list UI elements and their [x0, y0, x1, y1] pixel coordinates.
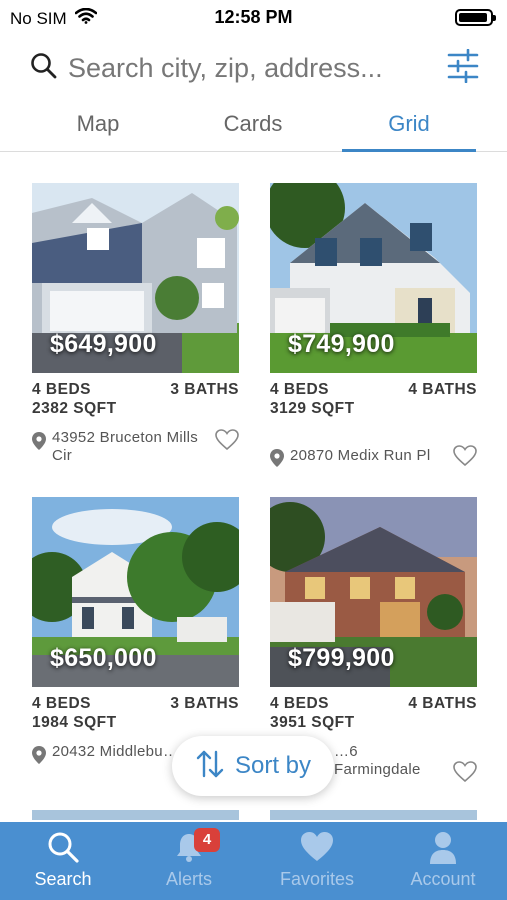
listing-price: $650,000 — [50, 644, 157, 672]
tabbar-account[interactable]: Account — [380, 822, 506, 900]
tabbar-search[interactable]: Search — [0, 822, 126, 900]
listing-beds: 4 BEDS — [270, 695, 329, 712]
listing-card[interactable]: $749,900 4 BEDS 4 BATHS 3129 SQFT 20870 … — [270, 183, 477, 469]
listing-baths: 3 BATHS — [170, 381, 239, 398]
tabbar-favorites-label: Favorites — [279, 869, 355, 889]
search-icon — [0, 830, 126, 866]
listing-address: …6 Farmingdale — [334, 743, 421, 778]
alerts-count-badge: 4 — [194, 828, 220, 852]
listing-card[interactable]: $649,900 4 BEDS 3 BATHS 2382 SQFT 43952 … — [32, 183, 239, 469]
listing-specs: 4 BEDS 3 BATHS 1984 SQFT — [32, 695, 239, 735]
search-icon — [30, 52, 58, 85]
listing-photo-partial[interactable] — [32, 810, 239, 820]
listing-beds: 4 BEDS — [32, 381, 91, 398]
listing-sqft: 2382 SQFT — [32, 400, 117, 417]
listing-photo: $799,900 — [270, 497, 477, 687]
listing-sqft: 3129 SQFT — [270, 400, 355, 417]
listing-specs: 4 BEDS 4 BATHS 3129 SQFT — [270, 381, 477, 421]
listing-address: 43952 Bruceton Mills Cir — [52, 429, 199, 464]
listing-specs: 4 BEDS 3 BATHS 2382 SQFT — [32, 381, 239, 421]
location-pin-icon — [32, 432, 46, 455]
person-icon — [380, 830, 506, 866]
sort-label: Sort by — [234, 752, 312, 779]
listing-price: $799,900 — [288, 644, 395, 672]
listing-beds: 4 BEDS — [270, 381, 329, 398]
tabbar-alerts[interactable]: 4 Alerts — [126, 822, 252, 900]
listing-baths: 4 BATHS — [408, 381, 477, 398]
listing-photo: $749,900 — [270, 183, 477, 373]
bottom-tab-bar: Search 4 Alerts Favorites Account — [0, 822, 507, 900]
favorite-heart-icon[interactable] — [453, 445, 477, 472]
bell-icon — [126, 830, 252, 866]
battery-icon — [455, 9, 496, 26]
tabbar-account-label: Account — [410, 869, 476, 889]
favorite-heart-icon[interactable] — [215, 429, 239, 456]
listing-address-row: 20870 Medix Run Pl — [270, 429, 477, 469]
listing-price: $649,900 — [50, 330, 157, 358]
tab-grid[interactable]: Grid — [342, 104, 476, 152]
listing-grid: $649,900 4 BEDS 3 BATHS 2382 SQFT 43952 … — [0, 152, 507, 820]
heart-icon — [254, 830, 380, 866]
listing-price: $749,900 — [288, 330, 395, 358]
favorite-heart-icon[interactable] — [453, 761, 477, 788]
tabbar-search-label: Search — [34, 869, 92, 889]
listing-sqft: 3951 SQFT — [270, 714, 355, 731]
location-pin-icon — [32, 746, 46, 769]
location-pin-icon — [270, 449, 284, 472]
sort-button[interactable]: Sort by — [172, 736, 334, 796]
listing-baths: 4 BATHS — [408, 695, 477, 712]
tabbar-favorites[interactable]: Favorites — [254, 822, 380, 900]
filter-button[interactable] — [446, 48, 480, 88]
view-tabs: Map Cards Grid — [0, 104, 507, 152]
battery-level — [459, 13, 487, 22]
listing-specs: 4 BEDS 4 BATHS 3951 SQFT — [270, 695, 477, 735]
listing-baths: 3 BATHS — [170, 695, 239, 712]
search-input[interactable] — [68, 52, 446, 84]
tab-cards[interactable]: Cards — [186, 104, 320, 152]
tabbar-alerts-label: Alerts — [165, 869, 212, 889]
listing-address-row: 43952 Bruceton Mills Cir — [32, 429, 239, 469]
listing-address: 20870 Medix Run Pl — [290, 447, 431, 464]
status-bar: No SIM 12:58 PM — [0, 0, 507, 36]
listing-photo-partial[interactable] — [270, 810, 477, 820]
listing-sqft: 1984 SQFT — [32, 714, 117, 731]
search-bar — [30, 44, 480, 92]
listing-photo: $650,000 — [32, 497, 239, 687]
sort-arrows-icon — [195, 749, 225, 784]
listing-beds: 4 BEDS — [32, 695, 91, 712]
status-time: 12:58 PM — [214, 7, 293, 27]
tab-map[interactable]: Map — [31, 104, 165, 152]
listing-photo: $649,900 — [32, 183, 239, 373]
filter-sliders-icon — [447, 48, 479, 88]
